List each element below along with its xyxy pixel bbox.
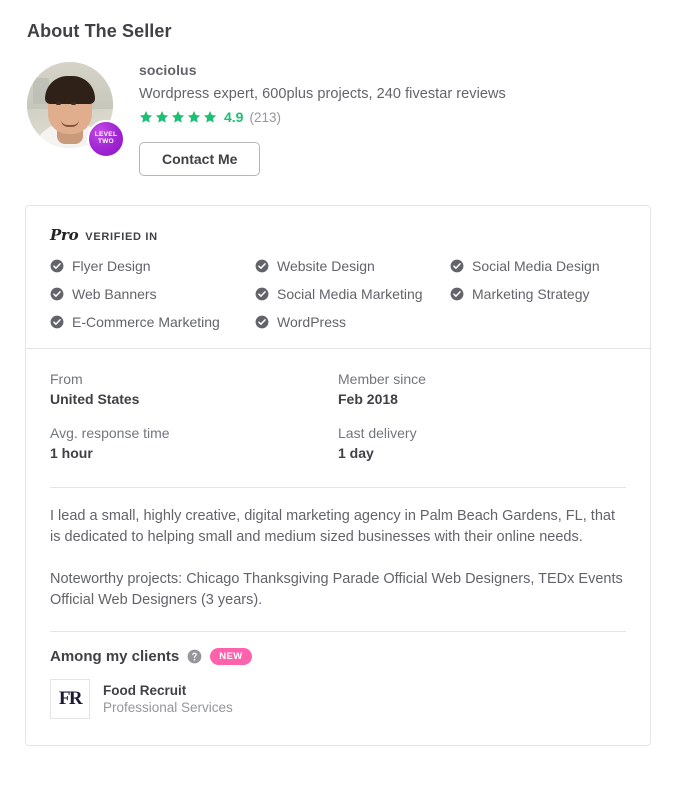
client-list-item[interactable]: FR Food Recruit Professional Services <box>50 679 626 719</box>
stat-item: Member since Feb 2018 <box>338 371 626 407</box>
skill-label: WordPress <box>277 314 346 330</box>
contact-me-button[interactable]: Contact Me <box>139 142 261 176</box>
clients-header: Among my clients NEW <box>50 648 626 665</box>
seller-level-badge: LEVEL TWO <box>87 120 125 158</box>
check-circle-icon <box>450 259 464 273</box>
star-icon <box>187 111 201 123</box>
seller-header: LEVEL TWO sociolus Wordpress expert, 600… <box>27 60 647 176</box>
skill-item: E-Commerce Marketing <box>50 314 255 330</box>
stat-item: Avg. response time 1 hour <box>50 425 338 461</box>
seller-info: sociolus Wordpress expert, 600plus proje… <box>139 60 506 176</box>
level-badge-line-2: TWO <box>97 138 115 145</box>
avatar-eye-right <box>71 102 76 105</box>
seller-description-section: I lead a small, highly creative, digital… <box>26 488 650 611</box>
stat-item: Last delivery 1 day <box>338 425 626 461</box>
seller-rating: 4.9 (213) <box>139 108 506 126</box>
page-title: About The Seller <box>27 21 172 41</box>
stat-label: From <box>50 371 83 387</box>
check-circle-icon <box>50 287 64 301</box>
skill-item: WordPress <box>255 314 450 330</box>
description-paragraph: Noteworthy projects: Chicago Thanksgivin… <box>50 571 623 608</box>
skill-label: E-Commerce Marketing <box>72 314 220 330</box>
skill-label: Web Banners <box>72 286 157 302</box>
stat-value: United States <box>50 391 140 407</box>
client-category: Professional Services <box>103 699 233 715</box>
pro-verified-header: Pro VERIFIED IN <box>50 226 626 244</box>
check-circle-icon <box>50 315 64 329</box>
stat-label: Last delivery <box>338 425 417 441</box>
description-paragraph: I lead a small, highly creative, digital… <box>50 508 615 545</box>
pro-verified-label: VERIFIED IN <box>85 231 158 243</box>
rating-count: (213) <box>249 109 281 125</box>
seller-stats-section: From United States Member since Feb 2018… <box>26 349 650 467</box>
help-icon[interactable] <box>187 649 202 664</box>
star-icon <box>171 111 185 123</box>
seller-stats-grid: From United States Member since Feb 2018… <box>50 371 626 461</box>
star-icon <box>203 111 217 123</box>
seller-details-card: Pro VERIFIED IN Flyer Design Website Des… <box>25 205 651 746</box>
pro-skills-grid: Flyer Design Website Design Social Media… <box>50 258 626 330</box>
skill-item: Web Banners <box>50 286 255 302</box>
check-circle-icon <box>50 259 64 273</box>
skill-label: Flyer Design <box>72 258 151 274</box>
star-icon <box>139 111 153 123</box>
client-text: Food Recruit Professional Services <box>103 682 233 717</box>
stat-label: Avg. response time <box>50 425 170 441</box>
skill-label: Marketing Strategy <box>472 286 590 302</box>
check-circle-icon <box>450 287 464 301</box>
stat-value: 1 day <box>338 445 374 461</box>
skill-item: Flyer Design <box>50 258 255 274</box>
about-the-seller-page: About The Seller LEVEL TWO sociolus Word… <box>0 0 676 785</box>
skill-label: Website Design <box>277 258 375 274</box>
stat-value: 1 hour <box>50 445 93 461</box>
pro-verified-section: Pro VERIFIED IN Flyer Design Website Des… <box>26 206 650 348</box>
check-circle-icon <box>255 315 269 329</box>
stat-label: Member since <box>338 371 426 387</box>
rating-score: 4.9 <box>224 109 244 125</box>
star-icon <box>155 111 169 123</box>
skill-item: Marketing Strategy <box>450 286 626 302</box>
skill-label: Social Media Design <box>472 258 600 274</box>
check-circle-icon <box>255 259 269 273</box>
skill-label: Social Media Marketing <box>277 286 423 302</box>
avatar-wrap: LEVEL TWO <box>27 62 125 158</box>
clients-title: Among my clients <box>50 648 180 665</box>
skill-item: Social Media Design <box>450 258 626 274</box>
skill-item: Website Design <box>255 258 450 274</box>
new-badge: NEW <box>210 648 252 665</box>
avatar-eye-left <box>56 102 61 105</box>
stat-value: Feb 2018 <box>338 391 398 407</box>
rating-stars <box>139 110 217 124</box>
client-logo: FR <box>50 679 90 719</box>
client-name: Food Recruit <box>103 682 187 698</box>
pro-logo: Pro <box>50 226 79 244</box>
seller-tagline: Wordpress expert, 600plus projects, 240 … <box>139 86 506 102</box>
among-my-clients-section: Among my clients NEW FR Food Recruit Pro… <box>26 632 650 745</box>
stat-item: From United States <box>50 371 338 407</box>
check-circle-icon <box>255 287 269 301</box>
skill-item: Social Media Marketing <box>255 286 450 302</box>
seller-username[interactable]: sociolus <box>139 62 506 78</box>
